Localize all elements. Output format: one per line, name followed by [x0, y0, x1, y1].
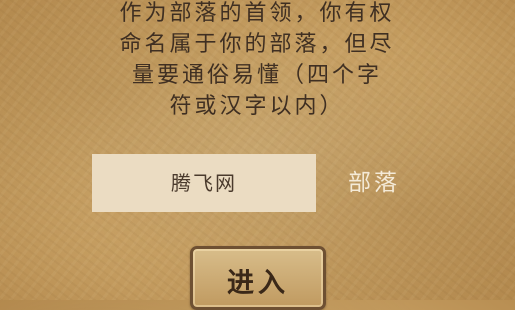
naming-instructions: 作为部落的首领，你有权 命名属于你的部落，但尽 量要通俗易懂（四个字 符或汉字以…: [86, 0, 428, 122]
enter-button[interactable]: 进入: [190, 246, 326, 310]
instruction-line-4: 符或汉字以内）: [169, 94, 345, 119]
tribe-name-input[interactable]: [92, 154, 316, 212]
instruction-line-1: 作为部落的首领，你有权: [119, 1, 395, 26]
instruction-line-3: 量要通俗易懂（四个字: [131, 63, 382, 88]
tribe-suffix-label: 部落: [348, 170, 400, 196]
instruction-line-2: 命名属于你的部落，但尽: [119, 32, 395, 57]
